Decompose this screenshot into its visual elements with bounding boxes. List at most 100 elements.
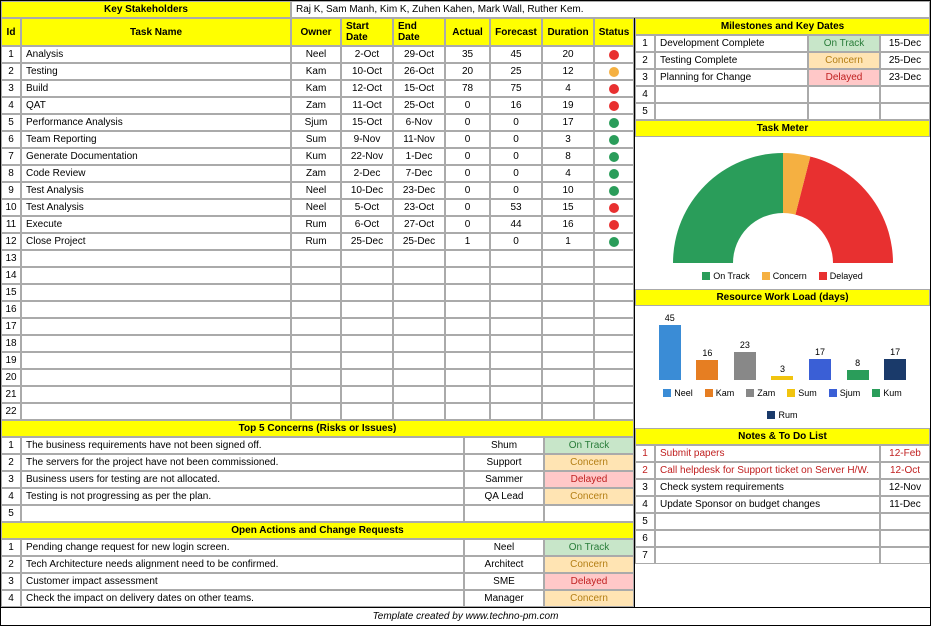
task-row-empty[interactable]: 15 bbox=[1, 284, 634, 301]
task-start[interactable]: 22-Nov bbox=[341, 148, 393, 165]
note-text[interactable]: Submit papers bbox=[655, 445, 880, 462]
task-status[interactable] bbox=[594, 80, 634, 97]
task-name[interactable]: QAT bbox=[21, 97, 291, 114]
task-name[interactable]: Code Review bbox=[21, 165, 291, 182]
task-duration[interactable]: 16 bbox=[542, 216, 594, 233]
task-status[interactable] bbox=[594, 131, 634, 148]
task-owner[interactable]: Neel bbox=[291, 199, 341, 216]
ms-id[interactable]: 2 bbox=[635, 52, 655, 69]
action-text[interactable]: Pending change request for new login scr… bbox=[21, 539, 464, 556]
note-row[interactable]: 3 Check system requirements 12-Nov bbox=[635, 479, 930, 496]
concern-owner[interactable]: Shum bbox=[464, 437, 544, 454]
task-id[interactable]: 11 bbox=[1, 216, 21, 233]
action-status[interactable]: Delayed bbox=[544, 573, 634, 590]
task-name[interactable]: Performance Analysis bbox=[21, 114, 291, 131]
note-id[interactable]: 3 bbox=[635, 479, 655, 496]
milestone-row[interactable]: 1 Development Complete On Track 15-Dec bbox=[635, 35, 930, 52]
task-end[interactable]: 23-Oct bbox=[393, 199, 445, 216]
action-text[interactable]: Customer impact assessment bbox=[21, 573, 464, 590]
task-id[interactable]: 3 bbox=[1, 80, 21, 97]
action-status[interactable]: Concern bbox=[544, 556, 634, 573]
task-actual[interactable]: 0 bbox=[445, 199, 490, 216]
task-row-empty[interactable]: 13 bbox=[1, 250, 634, 267]
task-forecast[interactable]: 25 bbox=[490, 63, 542, 80]
task-forecast[interactable]: 0 bbox=[490, 148, 542, 165]
task-start[interactable]: 12-Oct bbox=[341, 80, 393, 97]
action-status[interactable]: Concern bbox=[544, 590, 634, 607]
task-id[interactable]: 8 bbox=[1, 165, 21, 182]
task-row[interactable]: 6 Team Reporting Sum 9-Nov 11-Nov 0 0 3 bbox=[1, 131, 634, 148]
concern-row[interactable]: 2 The servers for the project have not b… bbox=[1, 454, 634, 471]
task-id[interactable]: 9 bbox=[1, 182, 21, 199]
task-status[interactable] bbox=[594, 63, 634, 80]
task-forecast[interactable]: 0 bbox=[490, 165, 542, 182]
note-text[interactable]: Check system requirements bbox=[655, 479, 880, 496]
task-id[interactable]: 20 bbox=[1, 369, 21, 386]
concern-row[interactable]: 3 Business users for testing are not all… bbox=[1, 471, 634, 488]
task-owner[interactable]: Rum bbox=[291, 216, 341, 233]
concern-status[interactable] bbox=[544, 505, 634, 522]
task-id[interactable]: 22 bbox=[1, 403, 21, 420]
task-name[interactable]: Test Analysis bbox=[21, 199, 291, 216]
milestone-row-empty[interactable]: 5 bbox=[635, 103, 930, 120]
concern-status[interactable]: Delayed bbox=[544, 471, 634, 488]
task-duration[interactable]: 8 bbox=[542, 148, 594, 165]
task-id[interactable]: 12 bbox=[1, 233, 21, 250]
ms-date[interactable]: 23-Dec bbox=[880, 69, 930, 86]
task-row[interactable]: 1 Analysis Neel 2-Oct 29-Oct 35 45 20 bbox=[1, 46, 634, 63]
task-forecast[interactable]: 45 bbox=[490, 46, 542, 63]
task-end[interactable]: 6-Nov bbox=[393, 114, 445, 131]
task-start[interactable]: 11-Oct bbox=[341, 97, 393, 114]
stakeholders-value[interactable]: Raj K, Sam Manh, Kim K, Zuhen Kahen, Mar… bbox=[291, 1, 930, 18]
task-row[interactable]: 8 Code Review Zam 2-Dec 7-Dec 0 0 4 bbox=[1, 165, 634, 182]
ms-status[interactable]: On Track bbox=[808, 35, 880, 52]
note-text[interactable]: Call helpdesk for Support ticket on Serv… bbox=[655, 462, 880, 479]
task-id[interactable]: 13 bbox=[1, 250, 21, 267]
concern-id[interactable]: 1 bbox=[1, 437, 21, 454]
task-owner[interactable]: Kum bbox=[291, 148, 341, 165]
task-actual[interactable]: 0 bbox=[445, 131, 490, 148]
note-row-empty[interactable]: 6 bbox=[635, 530, 930, 547]
ms-status[interactable]: Concern bbox=[808, 52, 880, 69]
note-date[interactable]: 11-Dec bbox=[880, 496, 930, 513]
concern-text[interactable]: The business requirements have not been … bbox=[21, 437, 464, 454]
task-end[interactable]: 15-Oct bbox=[393, 80, 445, 97]
concern-text[interactable] bbox=[21, 505, 464, 522]
task-duration[interactable]: 17 bbox=[542, 114, 594, 131]
task-start[interactable]: 25-Dec bbox=[341, 233, 393, 250]
task-status[interactable] bbox=[594, 233, 634, 250]
concern-text[interactable]: The servers for the project have not bee… bbox=[21, 454, 464, 471]
task-start[interactable]: 15-Oct bbox=[341, 114, 393, 131]
concern-id[interactable]: 4 bbox=[1, 488, 21, 505]
task-end[interactable]: 7-Dec bbox=[393, 165, 445, 182]
task-start[interactable]: 2-Dec bbox=[341, 165, 393, 182]
task-row-empty[interactable]: 20 bbox=[1, 369, 634, 386]
task-name[interactable]: Build bbox=[21, 80, 291, 97]
concern-row[interactable]: 4 Testing is not progressing as per the … bbox=[1, 488, 634, 505]
task-row[interactable]: 4 QAT Zam 11-Oct 25-Oct 0 16 19 bbox=[1, 97, 634, 114]
task-actual[interactable]: 0 bbox=[445, 165, 490, 182]
task-duration[interactable]: 3 bbox=[542, 131, 594, 148]
task-status[interactable] bbox=[594, 148, 634, 165]
note-row[interactable]: 2 Call helpdesk for Support ticket on Se… bbox=[635, 462, 930, 479]
concern-status[interactable]: On Track bbox=[544, 437, 634, 454]
concern-text[interactable]: Testing is not progressing as per the pl… bbox=[21, 488, 464, 505]
task-id[interactable]: 18 bbox=[1, 335, 21, 352]
task-forecast[interactable]: 0 bbox=[490, 233, 542, 250]
task-owner[interactable]: Neel bbox=[291, 46, 341, 63]
note-id[interactable]: 1 bbox=[635, 445, 655, 462]
concern-id[interactable]: 5 bbox=[1, 505, 21, 522]
task-name[interactable]: Close Project bbox=[21, 233, 291, 250]
action-id[interactable]: 2 bbox=[1, 556, 21, 573]
concern-status[interactable]: Concern bbox=[544, 488, 634, 505]
task-id[interactable]: 15 bbox=[1, 284, 21, 301]
task-duration[interactable]: 12 bbox=[542, 63, 594, 80]
task-name[interactable]: Execute bbox=[21, 216, 291, 233]
task-start[interactable]: 9-Nov bbox=[341, 131, 393, 148]
ms-name[interactable]: Testing Complete bbox=[655, 52, 808, 69]
task-id[interactable]: 6 bbox=[1, 131, 21, 148]
action-owner[interactable]: Neel bbox=[464, 539, 544, 556]
task-id[interactable]: 2 bbox=[1, 63, 21, 80]
action-text[interactable]: Check the impact on delivery dates on ot… bbox=[21, 590, 464, 607]
task-row-empty[interactable]: 21 bbox=[1, 386, 634, 403]
